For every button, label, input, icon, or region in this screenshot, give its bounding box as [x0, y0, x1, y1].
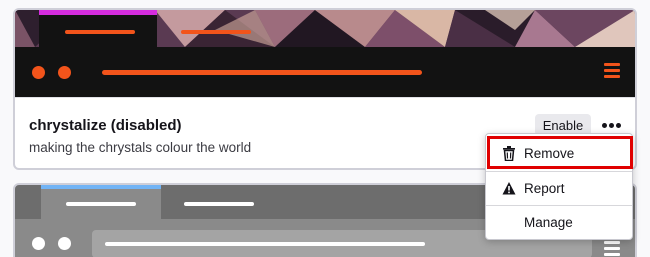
- more-dot-icon: [601, 122, 607, 128]
- theme-description: making the chrystals colour the world: [29, 140, 252, 155]
- menu-item-label: Report: [524, 181, 565, 196]
- urlbar-placeholder: [102, 70, 422, 75]
- toolbar-dot: [32, 66, 45, 79]
- toolbar-dot: [32, 237, 45, 250]
- active-tab-preview: [39, 10, 157, 47]
- urlbar-placeholder: [105, 242, 425, 246]
- inactive-tab-placeholder: [184, 202, 254, 206]
- active-tab-preview: [41, 185, 161, 219]
- theme-options-menu: Remove Report Manage: [485, 133, 633, 240]
- tab-title-placeholder: [65, 30, 135, 34]
- hamburger-menu-icon: [604, 241, 620, 257]
- more-dot-icon: [615, 122, 621, 128]
- menu-item-remove[interactable]: Remove: [486, 137, 632, 170]
- toolbar-dot: [58, 66, 71, 79]
- inactive-tab-placeholder: [181, 30, 251, 34]
- toolbar-preview: [15, 47, 635, 97]
- tab-accent-line: [39, 10, 157, 15]
- tab-accent-line: [41, 185, 161, 189]
- menu-item-manage[interactable]: Manage: [486, 206, 632, 239]
- theme-preview: [15, 10, 635, 97]
- warning-icon: [502, 182, 516, 195]
- tab-title-placeholder: [66, 202, 136, 206]
- toolbar-dot: [58, 237, 71, 250]
- theme-name: chrystalize (disabled): [29, 117, 182, 134]
- trash-icon: [503, 146, 515, 161]
- hamburger-menu-icon: [604, 63, 620, 79]
- menu-item-label: Manage: [524, 215, 573, 230]
- menu-item-label: Remove: [524, 146, 575, 161]
- more-dot-icon: [608, 122, 614, 128]
- menu-item-report[interactable]: Report: [486, 172, 632, 205]
